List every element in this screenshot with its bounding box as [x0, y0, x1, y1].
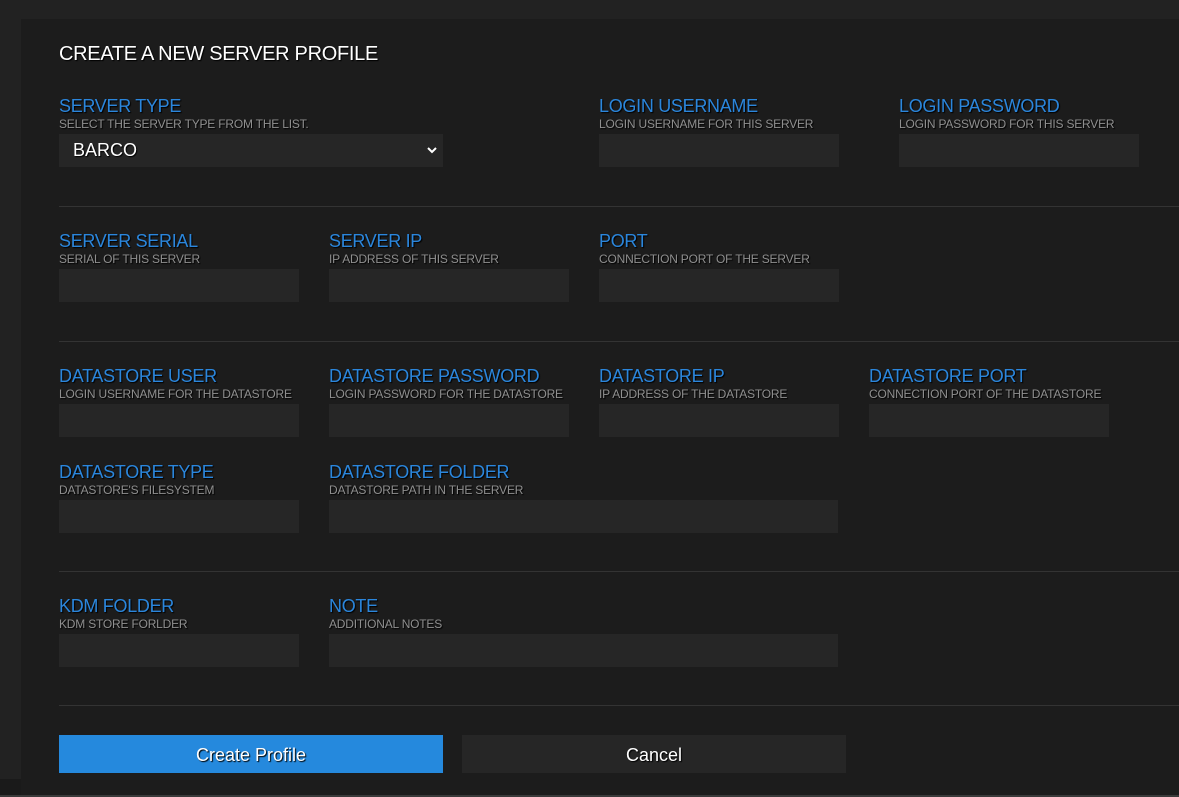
server-serial-label: SERVER SERIAL: [59, 231, 198, 251]
datastore-ip-description: IP ADDRESS OF THE DATASTORE: [599, 387, 788, 401]
datastore-folder-input[interactable]: [329, 500, 838, 533]
datastore-password-description: LOGIN PASSWORD FOR THE DATASTORE: [329, 387, 563, 401]
server-type-field: SERVER TYPE SELECT THE SERVER TYPE FROM …: [59, 96, 443, 167]
login-password-label: LOGIN PASSWORD: [899, 96, 1060, 116]
server-type-label: SERVER TYPE: [59, 96, 182, 116]
login-password-input[interactable]: [899, 134, 1139, 167]
server-ip-field: SERVER IP IP ADDRESS OF THIS SERVER: [329, 231, 569, 302]
server-serial-description: SERIAL OF THIS SERVER: [59, 252, 200, 266]
datastore-port-label: DATASTORE PORT: [869, 366, 1027, 386]
note-field: NOTE ADDITIONAL NOTES: [329, 596, 838, 667]
cancel-button[interactable]: Cancel: [462, 735, 846, 773]
kdm-folder-input[interactable]: [59, 634, 299, 667]
note-description: ADDITIONAL NOTES: [329, 617, 443, 631]
datastore-ip-input[interactable]: [599, 404, 839, 437]
login-username-field: LOGIN USERNAME LOGIN USERNAME FOR THIS S…: [599, 96, 839, 167]
port-field: PORT CONNECTION PORT OF THE SERVER: [599, 231, 839, 302]
datastore-user-field: DATASTORE USER LOGIN USERNAME FOR THE DA…: [59, 366, 299, 437]
datastore-ip-field: DATASTORE IP IP ADDRESS OF THE DATASTORE: [599, 366, 839, 437]
server-ip-input[interactable]: [329, 269, 569, 302]
datastore-port-input[interactable]: [869, 404, 1109, 437]
section-divider: [59, 571, 1179, 572]
datastore-user-description: LOGIN USERNAME FOR THE DATASTORE: [59, 387, 292, 401]
server-type-description: SELECT THE SERVER TYPE FROM THE LIST.: [59, 117, 309, 131]
datastore-type-label: DATASTORE TYPE: [59, 462, 214, 482]
login-username-input[interactable]: [599, 134, 839, 167]
datastore-port-field: DATASTORE PORT CONNECTION PORT OF THE DA…: [869, 366, 1109, 437]
login-username-description: LOGIN USERNAME FOR THIS SERVER: [599, 117, 814, 131]
chevron-down-icon: [427, 147, 437, 154]
datastore-password-input[interactable]: [329, 404, 569, 437]
port-label: PORT: [599, 231, 648, 251]
login-username-label: LOGIN USERNAME: [599, 96, 758, 116]
kdm-folder-description: KDM STORE FORLDER: [59, 617, 188, 631]
datastore-user-input[interactable]: [59, 404, 299, 437]
server-type-select[interactable]: BARCO: [59, 134, 443, 167]
login-password-field: LOGIN PASSWORD LOGIN PASSWORD FOR THIS S…: [899, 96, 1139, 167]
server-serial-field: SERVER SERIAL SERIAL OF THIS SERVER: [59, 231, 299, 302]
section-divider: [59, 341, 1179, 342]
login-password-description: LOGIN PASSWORD FOR THIS SERVER: [899, 117, 1115, 131]
datastore-port-description: CONNECTION PORT OF THE DATASTORE: [869, 387, 1102, 401]
port-input[interactable]: [599, 269, 839, 302]
server-serial-input[interactable]: [59, 269, 299, 302]
datastore-password-field: DATASTORE PASSWORD LOGIN PASSWORD FOR TH…: [329, 366, 569, 437]
datastore-type-input[interactable]: [59, 500, 299, 533]
note-label: NOTE: [329, 596, 378, 616]
server-ip-label: SERVER IP: [329, 231, 423, 251]
background-strip: [0, 779, 21, 795]
server-type-selected-value: BARCO: [73, 140, 138, 160]
section-divider: [59, 206, 1179, 207]
datastore-folder-label: DATASTORE FOLDER: [329, 462, 510, 482]
datastore-user-label: DATASTORE USER: [59, 366, 217, 386]
server-ip-description: IP ADDRESS OF THIS SERVER: [329, 252, 499, 266]
create-profile-button[interactable]: Create Profile: [59, 735, 443, 773]
dialog-title: CREATE A NEW SERVER PROFILE: [59, 43, 379, 65]
port-description: CONNECTION PORT OF THE SERVER: [599, 252, 810, 266]
datastore-ip-label: DATASTORE IP: [599, 366, 725, 386]
datastore-folder-description: DATASTORE PATH IN THE SERVER: [329, 483, 524, 497]
datastore-folder-field: DATASTORE FOLDER DATASTORE PATH IN THE S…: [329, 462, 838, 533]
kdm-folder-field: KDM FOLDER KDM STORE FORLDER: [59, 596, 299, 667]
kdm-folder-label: KDM FOLDER: [59, 596, 175, 616]
section-divider: [59, 705, 1179, 706]
datastore-type-description: DATASTORE'S FILESYSTEM: [59, 483, 215, 497]
datastore-type-field: DATASTORE TYPE DATASTORE'S FILESYSTEM: [59, 462, 299, 533]
note-input[interactable]: [329, 634, 838, 667]
datastore-password-label: DATASTORE PASSWORD: [329, 366, 540, 386]
